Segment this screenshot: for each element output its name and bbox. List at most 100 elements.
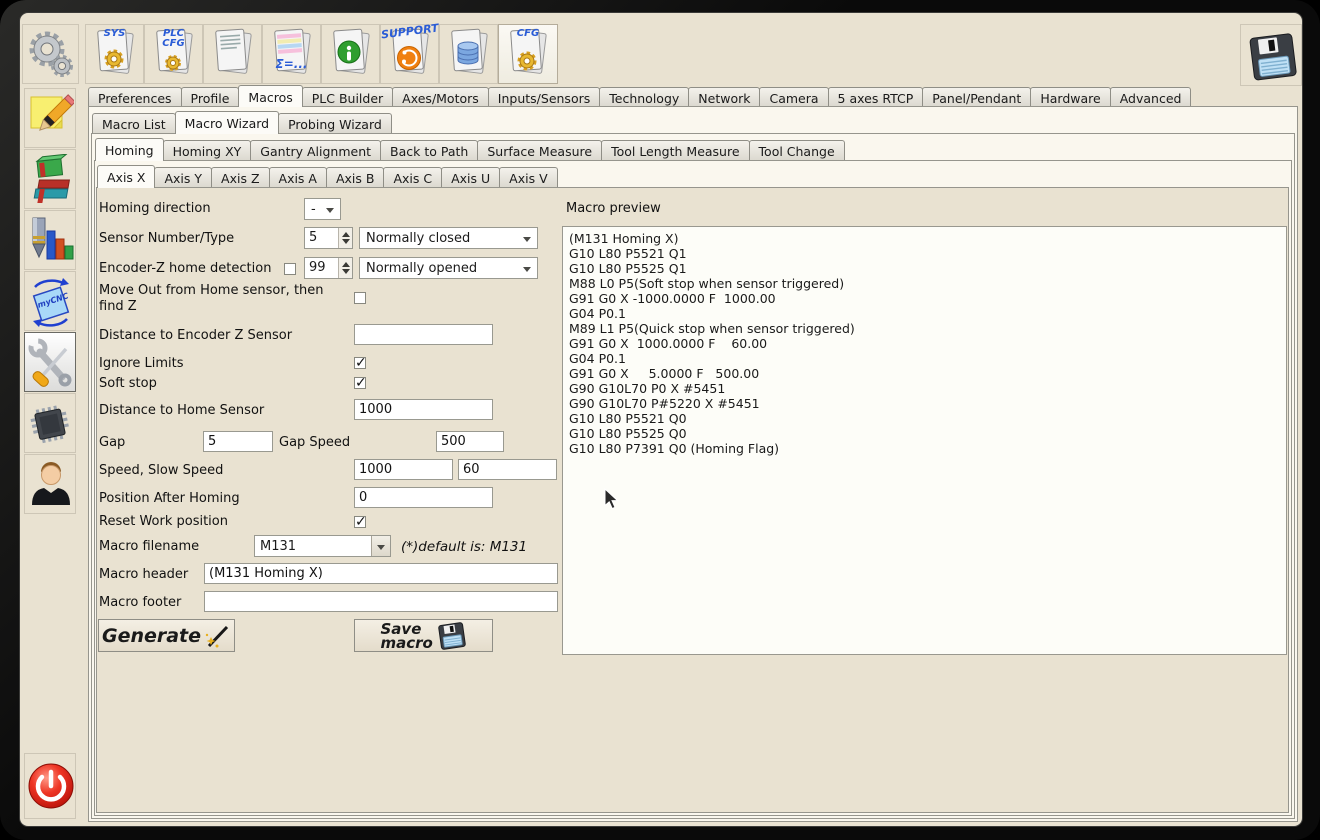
axis-tab-bar: Axis X Axis Y Axis Z Axis A Axis B Axis … <box>97 164 558 188</box>
homing-direction-select[interactable]: - <box>304 198 341 220</box>
tab-tool-change[interactable]: Tool Change <box>749 140 845 160</box>
generate-button-label: Generate <box>102 625 201 647</box>
position-after-label: Position After Homing <box>99 491 240 507</box>
sensor-type-select[interactable]: Normally closed <box>359 227 538 249</box>
tab-axis-z[interactable]: Axis Z <box>211 167 269 187</box>
tab-homing[interactable]: Homing <box>95 138 164 161</box>
tab-axis-v[interactable]: Axis V <box>499 167 557 187</box>
tab-homing-xy[interactable]: Homing XY <box>163 140 252 160</box>
speed-input[interactable] <box>354 459 453 480</box>
generate-button[interactable]: Generate <box>98 619 235 652</box>
tab-tool-length-measure[interactable]: Tool Length Measure <box>601 140 749 160</box>
sensor-number-spinbox[interactable]: 5 <box>304 227 353 249</box>
tab-network[interactable]: Network <box>688 87 760 106</box>
tab-gantry-alignment[interactable]: Gantry Alignment <box>250 140 381 160</box>
sidebar-edit-notes-button[interactable] <box>24 88 76 148</box>
soft-stop-checkbox[interactable] <box>354 377 366 389</box>
tab-technology[interactable]: Technology <box>599 87 689 106</box>
spin-up-icon <box>342 232 350 237</box>
tab-surface-measure[interactable]: Surface Measure <box>477 140 602 160</box>
distance-encoder-z-label: Distance to Encoder Z Sensor <box>99 328 292 344</box>
sidebar-tools-stats-button[interactable] <box>24 210 76 270</box>
toolbar-info-button[interactable] <box>321 24 380 84</box>
ignore-limits-checkbox[interactable] <box>354 357 366 369</box>
distance-encoder-z-input[interactable] <box>354 324 493 345</box>
tab-axis-b[interactable]: Axis B <box>326 167 384 187</box>
tab-axis-a[interactable]: Axis A <box>269 167 327 187</box>
wizard-tab-bar: Macro List Macro Wizard Probing Wizard <box>92 110 392 134</box>
toolbar-formulas-button[interactable]: Σ=... <box>262 24 321 84</box>
application-window: SYS PLC CFG <box>0 0 1320 840</box>
tab-macro-wizard[interactable]: Macro Wizard <box>175 111 279 134</box>
move-out-checkbox[interactable] <box>354 292 366 304</box>
combo-dropdown-button[interactable] <box>371 536 390 556</box>
mouse-cursor <box>604 488 621 511</box>
tab-axis-x[interactable]: Axis X <box>97 165 155 188</box>
gap-input[interactable] <box>203 431 273 452</box>
tab-hardware[interactable]: Hardware <box>1030 87 1110 106</box>
tab-profile[interactable]: Profile <box>181 87 240 106</box>
encoder-z-label: Encoder-Z home detection <box>99 261 271 277</box>
encoder-z-checkbox[interactable] <box>284 263 296 275</box>
distance-home-input[interactable] <box>354 399 493 420</box>
macro-filename-combobox[interactable]: M131 <box>254 535 391 557</box>
encoder-z-spinbox[interactable]: 99 <box>304 257 353 279</box>
soft-stop-label: Soft stop <box>99 376 157 392</box>
tab-probing-wizard[interactable]: Probing Wizard <box>278 113 392 133</box>
document-gear-icon <box>499 25 557 83</box>
tab-axis-c[interactable]: Axis C <box>383 167 442 187</box>
save-macro-button-label: Save macro <box>381 622 433 650</box>
gap-speed-input[interactable] <box>436 431 504 452</box>
tab-macro-list[interactable]: Macro List <box>92 113 176 133</box>
document-stack-icon <box>145 25 202 83</box>
reset-work-checkbox[interactable] <box>354 516 366 528</box>
spin-up-icon <box>342 262 350 267</box>
toolbar-database-button[interactable] <box>439 24 498 84</box>
tab-inputs-sensors[interactable]: Inputs/Sensors <box>488 87 600 106</box>
sidebar-power-button[interactable] <box>24 753 76 819</box>
tab-plc-builder[interactable]: PLC Builder <box>302 87 393 106</box>
toolbar-text-documents-button[interactable] <box>203 24 262 84</box>
toolbar-save-session-button[interactable] <box>1240 24 1302 86</box>
chevron-down-icon <box>326 208 334 213</box>
encoder-z-type-select[interactable]: Normally opened <box>359 257 538 279</box>
toolbar-cfg-config-button[interactable]: CFG <box>498 24 558 84</box>
toolbar-plc-config-button[interactable]: PLC CFG <box>144 24 203 84</box>
sidebar-mycnc-update-button[interactable]: myCNC <box>24 271 76 331</box>
position-after-input[interactable] <box>354 487 493 508</box>
macro-filename-label: Macro filename <box>99 539 199 555</box>
macro-footer-input[interactable] <box>204 591 558 612</box>
ignore-limits-label: Ignore Limits <box>99 356 183 372</box>
spin-buttons[interactable] <box>338 258 352 278</box>
macro-header-input[interactable] <box>204 563 558 584</box>
slow-speed-input[interactable] <box>458 459 557 480</box>
tab-5-axes-rtcp[interactable]: 5 axes RTCP <box>828 87 924 106</box>
tab-back-to-path[interactable]: Back to Path <box>380 140 478 160</box>
gears-icon <box>23 25 78 81</box>
toolbar-support-button[interactable]: SUPPORT <box>380 24 439 84</box>
tab-advanced[interactable]: Advanced <box>1110 87 1192 106</box>
macro-preview-label: Macro preview <box>566 201 661 217</box>
floppy-disk-icon <box>437 621 467 651</box>
spin-down-icon <box>342 239 350 244</box>
macro-preview-text[interactable]: (M131 Homing X) G10 L80 P5521 Q1 G10 L80… <box>562 226 1287 655</box>
tab-axis-u[interactable]: Axis U <box>441 167 500 187</box>
sticky-note-pencil-icon <box>28 94 74 144</box>
sidebar-hardware-button[interactable] <box>24 393 76 453</box>
sidebar-user-button[interactable] <box>24 454 76 514</box>
encoder-z-number-value: 99 <box>309 260 326 275</box>
toolbar-system-settings-button[interactable] <box>22 24 79 84</box>
save-macro-button[interactable]: Save macro <box>354 619 493 652</box>
tab-axes-motors[interactable]: Axes/Motors <box>392 87 489 106</box>
tab-macros[interactable]: Macros <box>238 85 302 107</box>
sidebar-settings-button[interactable] <box>24 332 76 392</box>
toolbar-sys-config-button[interactable]: SYS <box>85 24 144 84</box>
sensor-number-label: Sensor Number/Type <box>99 231 234 247</box>
tab-camera[interactable]: Camera <box>759 87 828 106</box>
tab-axis-y[interactable]: Axis Y <box>154 167 212 187</box>
encoder-z-type-value: Normally opened <box>366 261 477 276</box>
tab-preferences[interactable]: Preferences <box>88 87 182 106</box>
sidebar-documentation-button[interactable] <box>24 149 76 209</box>
tab-panel-pendant[interactable]: Panel/Pendant <box>922 87 1031 106</box>
spin-buttons[interactable] <box>338 228 352 248</box>
